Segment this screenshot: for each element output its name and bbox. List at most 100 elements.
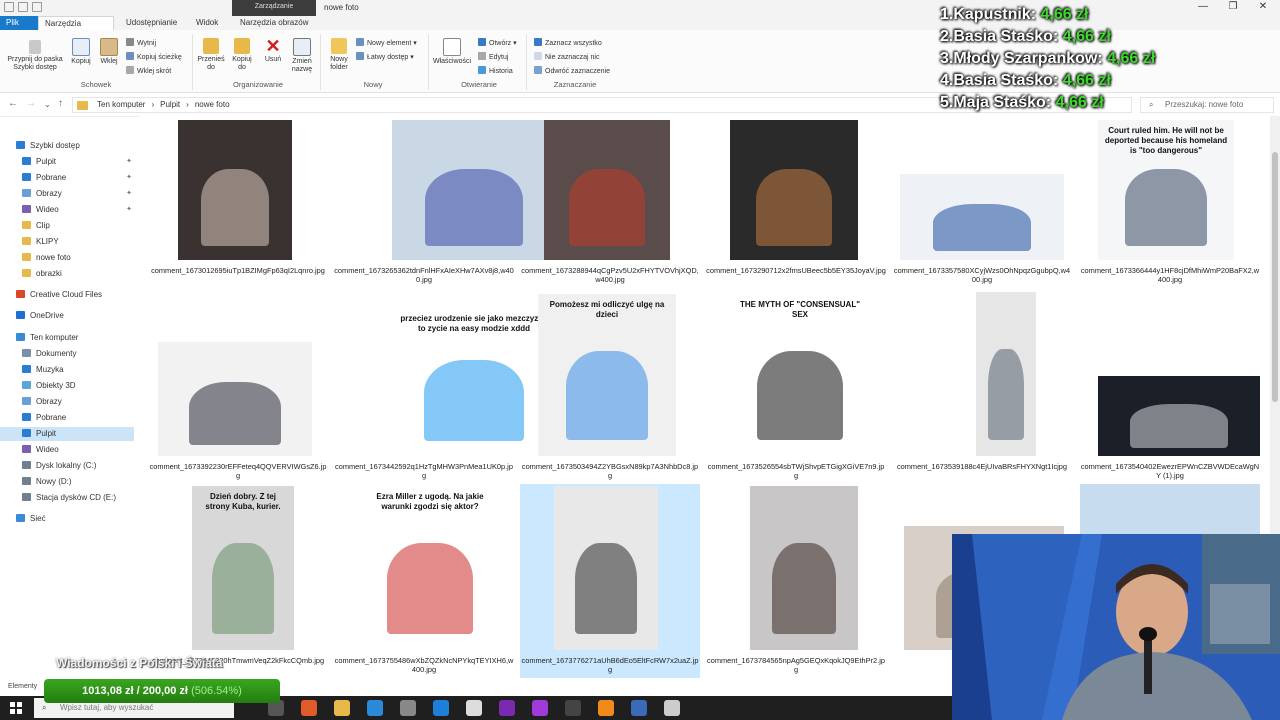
settings-icon[interactable] bbox=[400, 700, 416, 716]
sidebar-item[interactable]: Clip bbox=[0, 219, 134, 233]
open-button[interactable]: Otwórz ▾ bbox=[478, 38, 517, 47]
sidebar-item[interactable]: Muzyka bbox=[0, 363, 134, 377]
premiere-icon[interactable] bbox=[499, 700, 515, 716]
leaderboard-rank: 2. bbox=[940, 28, 954, 45]
tab-home[interactable]: Narzędzia główne bbox=[38, 16, 114, 42]
paste-button[interactable]: Wklej bbox=[96, 38, 122, 66]
open-icon bbox=[478, 38, 486, 46]
sidebar-item[interactable]: Obrazy ✦ bbox=[0, 187, 134, 201]
sidebar-item[interactable]: Pobrane ✦ bbox=[0, 171, 134, 185]
sidebar-item[interactable]: Obiekty 3D bbox=[0, 379, 134, 393]
sidebar-item[interactable]: Pulpit ✦ bbox=[0, 155, 134, 169]
copy-to-button[interactable]: Kopiuj do bbox=[228, 38, 256, 72]
select-none-button[interactable]: Nie zaznaczaj nic bbox=[534, 52, 599, 61]
new-item-button[interactable]: Nowy element ▾ bbox=[356, 38, 417, 47]
sidebar-item[interactable]: Dysk lokalny (C:) bbox=[0, 459, 134, 473]
sidebar-item[interactable]: Pobrane bbox=[0, 411, 134, 425]
chevron-down-icon[interactable]: ⌄ bbox=[44, 100, 51, 109]
copy-to-icon bbox=[234, 38, 250, 54]
paste-shortcut-button[interactable]: Wklej skrót bbox=[126, 66, 171, 75]
easy-access-button[interactable]: Łatwy dostęp ▾ bbox=[356, 52, 414, 61]
media-player-icon[interactable] bbox=[301, 700, 317, 716]
file-name-label: comment_1673784565npAg5GEQxKqokJQ9EthPr2… bbox=[707, 656, 885, 674]
quick-access-folder-icon[interactable] bbox=[32, 2, 42, 12]
sidebar-item[interactable]: Wideo bbox=[0, 443, 134, 457]
sidebar-item[interactable]: Nowy (D:) bbox=[0, 475, 134, 489]
ribbon-separator bbox=[428, 34, 429, 90]
mail-icon[interactable] bbox=[466, 700, 482, 716]
desktop-icon bbox=[22, 429, 31, 437]
leaderboard-rank: 1. bbox=[940, 6, 954, 23]
sidebar-item[interactable]: obrazki bbox=[0, 267, 134, 281]
sidebar-item-label: Stacja dysków CD (E:) bbox=[36, 493, 117, 502]
drive-icon bbox=[22, 477, 31, 485]
photos-icon[interactable] bbox=[631, 700, 647, 716]
clapper-icon[interactable] bbox=[664, 700, 680, 716]
edit-button[interactable]: Edytuj bbox=[478, 52, 508, 61]
tab-picture-tools[interactable]: Narzędzia obrazów bbox=[234, 16, 314, 30]
file-thumbnail[interactable]: Dzień dobry. Z tej strony Kuba, kurier. c… bbox=[148, 116, 328, 676]
file-thumbnail[interactable]: Ezra Miller z ugodą. Na jakie warunki zg… bbox=[334, 116, 514, 676]
sidebar-item[interactable]: Sieć bbox=[0, 512, 134, 526]
paste-shortcut-icon bbox=[126, 66, 134, 74]
breadcrumb-desktop[interactable]: Pulpit bbox=[160, 100, 180, 109]
pictures-icon bbox=[22, 397, 31, 405]
sidebar-item[interactable]: OneDrive bbox=[0, 309, 134, 323]
close-button[interactable]: ✕ bbox=[1248, 0, 1278, 16]
obs-icon[interactable] bbox=[565, 700, 581, 716]
file-thumbnail[interactable]: comment_1673776271aUhB6dEo5EltFcRW7x2uaZ… bbox=[520, 484, 700, 678]
scrollbar-thumb[interactable] bbox=[1272, 152, 1278, 402]
edge-icon[interactable] bbox=[433, 700, 449, 716]
move-to-button[interactable]: Przenieś do bbox=[196, 38, 226, 72]
browser-icon[interactable] bbox=[367, 700, 383, 716]
status-text: Elementy bbox=[8, 683, 38, 690]
messenger-icon[interactable] bbox=[532, 700, 548, 716]
sidebar-item[interactable]: Dokumenty bbox=[0, 347, 134, 361]
breadcrumb: Ten komputer › Pulpit › nowe foto bbox=[97, 100, 236, 109]
thumbnail-image: Dzień dobry. Z tej strony Kuba, kurier. bbox=[192, 486, 294, 650]
sidebar-item[interactable]: Ten komputer bbox=[0, 331, 134, 345]
up-arrow-icon[interactable]: ↑ bbox=[58, 98, 63, 109]
star-icon bbox=[16, 141, 25, 149]
delete-button[interactable]: ✕ Usuń bbox=[260, 37, 286, 64]
thumbnail-subject bbox=[212, 543, 274, 634]
back-arrow-icon[interactable]: ← bbox=[8, 98, 18, 109]
file-thumbnail[interactable]: comment_1673784565npAg5GEQxKqokJQ9EthPr2… bbox=[706, 116, 886, 676]
sidebar-item-label: Muzyka bbox=[36, 365, 64, 374]
thumbnail-subject bbox=[771, 543, 837, 634]
goal-current: 1013,08 zł bbox=[82, 685, 134, 697]
history-button[interactable]: Historia bbox=[478, 66, 513, 75]
tab-view[interactable]: Widok bbox=[190, 16, 224, 30]
new-folder-button[interactable]: Nowy folder bbox=[324, 38, 354, 72]
breadcrumb-current[interactable]: nowe foto bbox=[195, 100, 230, 109]
sidebar-item[interactable]: Obrazy bbox=[0, 395, 134, 409]
group-label-select: Zaznaczanie bbox=[553, 80, 597, 89]
invert-selection-button[interactable]: Odwróć zaznaczenie bbox=[534, 66, 610, 75]
leaderboard-entry: 2.Basia Staśko: 4,66 zł bbox=[940, 26, 1240, 48]
select-all-button[interactable]: Zaznacz wszystko bbox=[534, 38, 602, 47]
quick-access-properties-icon[interactable] bbox=[18, 2, 28, 12]
sidebar-item-label: Obrazy bbox=[36, 189, 62, 198]
sidebar-item[interactable]: Stacja dysków CD (E:) bbox=[0, 491, 134, 505]
cut-button[interactable]: Wytnij bbox=[126, 38, 156, 47]
vlc-icon[interactable] bbox=[598, 700, 614, 716]
desktop-icon bbox=[22, 157, 31, 165]
sidebar-item[interactable]: KLIPY bbox=[0, 235, 134, 249]
breadcrumb-separator: › bbox=[186, 100, 189, 109]
rename-button[interactable]: Zmień nazwę bbox=[288, 38, 316, 74]
context-tab-manage[interactable]: Zarządzanie bbox=[232, 0, 316, 16]
sidebar-item[interactable]: Pulpit bbox=[0, 427, 134, 441]
sidebar-item[interactable]: Creative Cloud Files bbox=[0, 288, 134, 302]
copy-path-button[interactable]: Kopiuj ścieżkę bbox=[126, 52, 182, 61]
windows-start-icon[interactable] bbox=[10, 702, 22, 714]
tab-share[interactable]: Udostępnianie bbox=[120, 16, 183, 30]
sidebar-item[interactable]: Wideo ✦ bbox=[0, 203, 134, 217]
file-explorer-icon[interactable] bbox=[334, 700, 350, 716]
sidebar-item[interactable]: nowe foto bbox=[0, 251, 134, 265]
pin-quick-access-button[interactable]: Przypnij do paska Szybki dostęp bbox=[4, 40, 66, 72]
sidebar-item[interactable]: Szybki dostęp bbox=[0, 139, 134, 153]
properties-button[interactable]: Właściwości bbox=[430, 38, 474, 66]
forward-arrow-icon[interactable]: → bbox=[26, 98, 36, 109]
copy-button[interactable]: Kopiuj bbox=[68, 38, 94, 66]
breadcrumb-this-pc[interactable]: Ten komputer bbox=[97, 100, 145, 109]
